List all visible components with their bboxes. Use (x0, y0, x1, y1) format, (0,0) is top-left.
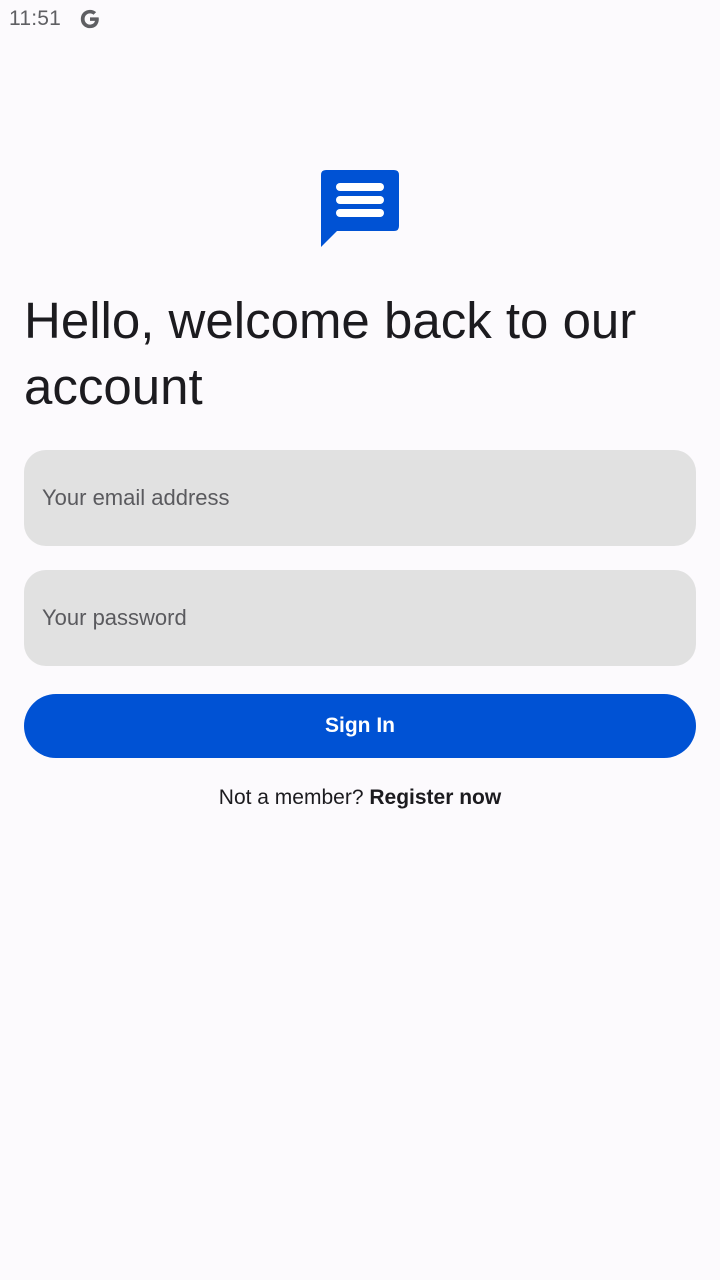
register-now-link[interactable]: Register now (369, 786, 501, 809)
page-title: Hello, welcome back to our account (24, 292, 637, 415)
register-prompt: Not a member? (218, 786, 364, 809)
status-bar: 11:51 (0, 0, 720, 38)
status-time: 11:51 (9, 7, 61, 30)
sign-in-button[interactable]: Sign In (24, 694, 696, 758)
google-g-icon (79, 8, 101, 30)
password-input[interactable] (42, 570, 696, 666)
password-field[interactable] (24, 570, 696, 666)
register-row: Not a member? Register now (0, 786, 720, 810)
chat-bubble-icon (320, 169, 400, 249)
email-input[interactable] (42, 450, 696, 546)
email-field[interactable] (24, 450, 696, 546)
